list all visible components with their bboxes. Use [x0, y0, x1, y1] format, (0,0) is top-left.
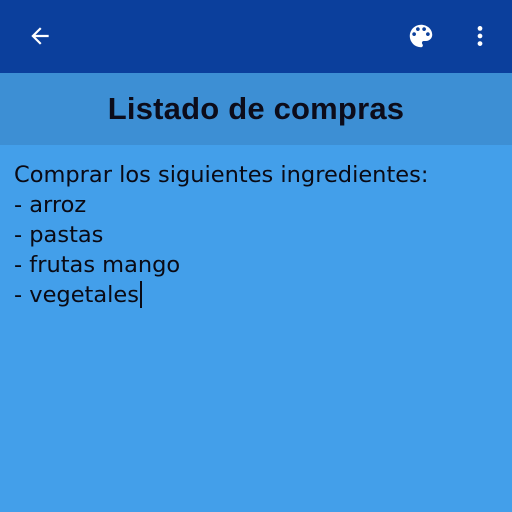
palette-icon	[409, 24, 433, 48]
more-options-button[interactable]	[456, 12, 504, 60]
text-cursor	[139, 281, 142, 308]
note-editor-screen: Listado de compras Comprar los siguiente…	[0, 0, 512, 512]
app-toolbar	[0, 0, 512, 73]
more-vertical-icon	[477, 26, 483, 46]
note-title[interactable]: Listado de compras	[108, 91, 404, 127]
note-line: - frutas mango	[14, 252, 181, 278]
note-title-bar[interactable]: Listado de compras	[0, 73, 512, 145]
note-line: - pastas	[14, 222, 104, 248]
note-line-last: - vegetales	[14, 280, 498, 310]
note-line: Comprar los siguientes ingredientes:	[14, 162, 429, 188]
color-palette-button[interactable]	[397, 12, 445, 60]
back-button[interactable]	[16, 12, 64, 60]
note-line: - arroz	[14, 192, 87, 218]
note-body-editor[interactable]: Comprar los siguientes ingredientes: - a…	[14, 160, 498, 310]
note-line-text: - vegetales	[14, 282, 139, 308]
arrow-left-icon	[31, 27, 49, 45]
